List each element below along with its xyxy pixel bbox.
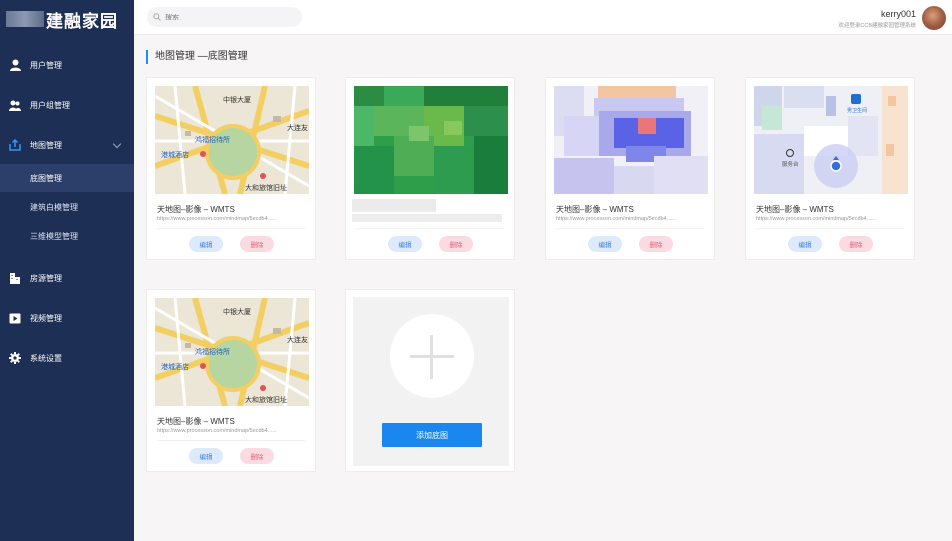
basemap-card: 中银大厦 鸿福招待所 港城酒店 大和旅馆旧址 大连友 天地图–影像 – WMTS… — [146, 77, 316, 260]
card-title: 天地图–影像 – WMTS — [157, 205, 235, 214]
logo: 建融家园 — [0, 0, 134, 38]
delete-button[interactable]: 删除 — [639, 236, 673, 252]
user-subtitle: 欢迎登录CCB建融家园管理系统 — [838, 23, 916, 29]
sidebar-item-housing[interactable]: 房源管理 — [0, 263, 134, 293]
card-title: 天地图–影像 – WMTS — [756, 205, 834, 214]
blurred-url — [352, 214, 502, 222]
search-box[interactable] — [147, 7, 302, 27]
card-url: https://www.processon.com/mindmap/5ecdb4… — [556, 216, 676, 222]
building-icon — [9, 272, 21, 284]
blurred-title — [352, 199, 436, 212]
map-label: 男卫生间 — [847, 107, 867, 114]
map-export-icon — [9, 139, 21, 151]
plus-bar — [430, 335, 433, 379]
basemap-card: 服务台 男卫生间 天地图–影像 – WMTS https://www.proce… — [745, 77, 915, 260]
sidebar-item-user-groups[interactable]: 用户组管理 — [0, 90, 134, 120]
top-header: kerry001 欢迎登录CCB建融家园管理系统 — [134, 0, 952, 35]
sidebar-subitem-3d-model[interactable]: 三维模型管理 — [0, 222, 134, 250]
sidebar-item-label: 系统设置 — [30, 353, 62, 363]
map-thumbnail[interactable]: 中银大厦 鸿福招待所 港城酒店 大和旅馆旧址 大连友 — [155, 86, 309, 194]
card-title: 天地图–影像 – WMTS — [157, 417, 235, 426]
map-label: 鸿福招待所 — [195, 135, 230, 144]
divider — [157, 228, 305, 229]
sidebar-subitem-building-model[interactable]: 建筑白模管理 — [0, 193, 134, 221]
gear-icon — [9, 352, 21, 364]
chevron-down-icon — [112, 139, 122, 149]
map-label: 中银大厦 — [223, 307, 251, 316]
search-input[interactable] — [165, 13, 285, 21]
card-title: 天地图–影像 – WMTS — [556, 205, 634, 214]
sidebar-item-map[interactable]: 地图管理 — [0, 130, 134, 160]
map-label: 服务台 — [782, 160, 799, 168]
delete-button[interactable]: 删除 — [240, 448, 274, 464]
map-thumbnail[interactable] — [354, 86, 508, 194]
basemap-card: 天地图–影像 – WMTS https://www.processon.com/… — [545, 77, 715, 260]
basemap-card: 编辑 删除 — [345, 77, 515, 260]
users-icon — [9, 99, 21, 111]
sidebar-item-label: 用户管理 — [30, 60, 62, 70]
user-name: kerry001 — [880, 9, 916, 19]
sidebar-item-label: 地图管理 — [30, 140, 62, 150]
delete-button[interactable]: 删除 — [240, 236, 274, 252]
card-url: https://www.processon.com/mindmap/5ecdb4… — [157, 428, 277, 434]
map-label: 鸿福招待所 — [195, 347, 230, 356]
sidebar-item-users[interactable]: 用户管理 — [0, 50, 134, 80]
add-basemap-button[interactable]: 添加底图 — [382, 423, 482, 447]
video-icon — [9, 312, 21, 324]
avatar[interactable] — [922, 6, 946, 30]
map-thumbnail[interactable]: 中银大厦 鸿福招待所 港城酒店 大和旅馆旧址 大连友 — [155, 298, 309, 406]
map-label: 港城酒店 — [161, 150, 189, 159]
edit-button[interactable]: 编辑 — [788, 236, 822, 252]
edit-button[interactable]: 编辑 — [388, 236, 422, 252]
page-title: 地图管理 —底图管理 — [146, 50, 248, 64]
map-label: 大连友 — [287, 335, 308, 344]
sidebar-item-label: 房源管理 — [30, 273, 62, 283]
map-label: 中银大厦 — [223, 95, 251, 104]
search-icon — [153, 8, 161, 26]
map-thumbnail[interactable] — [554, 86, 708, 194]
divider — [756, 228, 904, 229]
sidebar-item-label: 视频管理 — [30, 313, 62, 323]
divider — [356, 228, 504, 229]
logo-blur — [6, 11, 44, 27]
plus-icon[interactable] — [390, 314, 474, 398]
add-basemap-card: 添加底图 — [345, 289, 515, 472]
map-label: 大和旅馆旧址 — [245, 183, 287, 192]
divider — [157, 440, 305, 441]
edit-button[interactable]: 编辑 — [588, 236, 622, 252]
sidebar-subitem-label: 底图管理 — [30, 173, 62, 183]
basemap-card: 中银大厦 鸿福招待所 港城酒店 大和旅馆旧址 大连友 天地图–影像 – WMTS… — [146, 289, 316, 472]
map-label: 港城酒店 — [161, 362, 189, 371]
sidebar-subitem-label: 建筑白模管理 — [30, 202, 78, 212]
sidebar: 建融家园 用户管理 用户组管理 地图管理 底图管理 建筑白模管理 三维模型管理 … — [0, 0, 134, 541]
card-url: https://www.processon.com/mindmap/5ecdb4… — [756, 216, 876, 222]
user-icon — [9, 59, 21, 71]
map-label: 大和旅馆旧址 — [245, 395, 287, 404]
map-thumbnail[interactable]: 服务台 男卫生间 — [754, 86, 908, 194]
sidebar-subitem-label: 三维模型管理 — [30, 231, 78, 241]
sidebar-item-label: 用户组管理 — [30, 100, 70, 110]
add-basemap-area: 添加底图 — [353, 297, 509, 466]
edit-button[interactable]: 编辑 — [189, 236, 223, 252]
sidebar-item-settings[interactable]: 系统设置 — [0, 343, 134, 373]
edit-button[interactable]: 编辑 — [189, 448, 223, 464]
card-url: https://www.processon.com/mindmap/5ecdb4… — [157, 216, 277, 222]
map-label: 大连友 — [287, 123, 308, 132]
divider — [556, 228, 704, 229]
logo-text: 建融家园 — [46, 11, 118, 31]
delete-button[interactable]: 删除 — [839, 236, 873, 252]
sidebar-item-video[interactable]: 视频管理 — [0, 303, 134, 333]
delete-button[interactable]: 删除 — [439, 236, 473, 252]
sidebar-subitem-basemap[interactable]: 底图管理 — [0, 164, 134, 192]
